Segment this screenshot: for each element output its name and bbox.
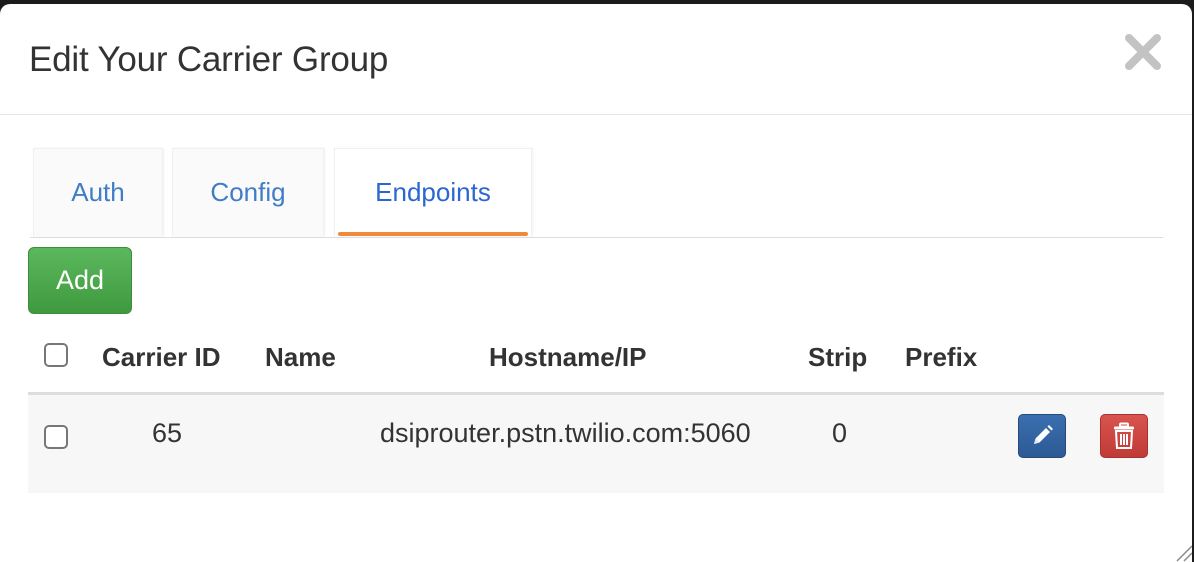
tab-config[interactable]: Config: [172, 148, 324, 236]
endpoints-table: Carrier ID Name Hostname/IP Strip Prefix…: [28, 320, 1164, 493]
tab-bar: Auth Config Endpoints: [30, 148, 1163, 238]
select-all-checkbox[interactable]: [44, 343, 68, 367]
column-header-hostname[interactable]: Hostname/IP: [489, 342, 647, 373]
modal-title: Edit Your Carrier Group: [29, 40, 389, 79]
column-header-prefix[interactable]: Prefix: [905, 342, 977, 373]
delete-endpoint-button[interactable]: [1100, 414, 1148, 458]
column-header-strip[interactable]: Strip: [808, 342, 867, 373]
tab-endpoints-label: Endpoints: [375, 177, 491, 207]
edit-endpoint-button[interactable]: [1018, 414, 1066, 458]
row-checkbox[interactable]: [44, 425, 68, 449]
tab-endpoints[interactable]: Endpoints: [334, 148, 532, 236]
pencil-icon: [1034, 425, 1053, 444]
add-endpoint-button[interactable]: Add: [28, 247, 132, 314]
column-header-name[interactable]: Name: [265, 342, 336, 373]
table-row: 65 dsiprouter.pstn.twilio.com:5060 0: [28, 395, 1164, 493]
resize-handle-icon[interactable]: [1173, 542, 1192, 562]
trash-icon: [1114, 422, 1134, 449]
close-button[interactable]: [1123, 32, 1163, 74]
close-icon: [1125, 34, 1161, 70]
hostname-cell: dsiprouter.pstn.twilio.com:5060: [380, 418, 751, 448]
tab-auth[interactable]: Auth: [33, 148, 163, 236]
active-tab-indicator: [338, 232, 528, 236]
modal-header: Edit Your Carrier Group: [0, 4, 1192, 115]
table-header: Carrier ID Name Hostname/IP Strip Prefix: [28, 320, 1164, 395]
column-header-carrier-id[interactable]: Carrier ID: [102, 342, 221, 373]
edit-carrier-group-modal: Edit Your Carrier Group Auth Config Endp…: [0, 4, 1192, 562]
carrier-id-cell: 65: [152, 418, 183, 448]
strip-cell: 0: [832, 418, 848, 448]
